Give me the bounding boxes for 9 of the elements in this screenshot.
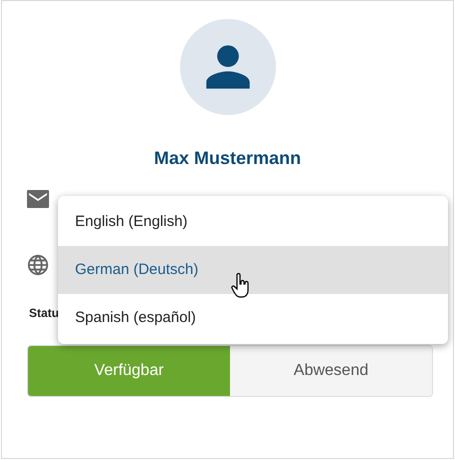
language-option[interactable]: English (English) [58,198,448,246]
language-option[interactable]: Spanish (español) [58,294,448,342]
globe-icon [27,254,49,276]
hand-pointer-icon [231,273,251,299]
mail-icon [27,190,49,208]
status-label: Statu [29,306,59,320]
status-option[interactable]: Abwesend [230,346,432,396]
user-name: Max Mustermann [154,147,302,170]
language-option[interactable]: German (Deutsch) [58,246,448,294]
